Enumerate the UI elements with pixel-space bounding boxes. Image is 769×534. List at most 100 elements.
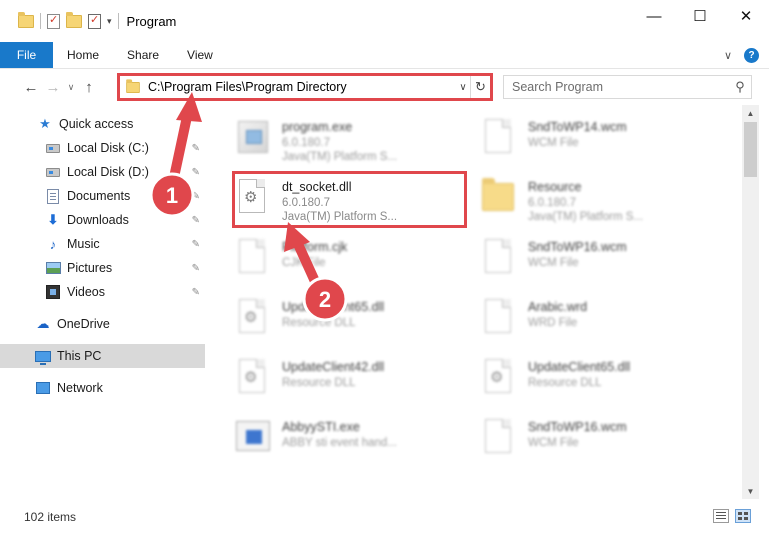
recent-locations-dropdown[interactable]: ∨ bbox=[64, 82, 78, 93]
file-name: AbbyySTI.exe bbox=[282, 420, 360, 434]
tab-view[interactable]: View bbox=[173, 42, 227, 68]
window-controls: — ☐ ✕ bbox=[631, 0, 769, 32]
sidebar-item-music[interactable]: ♪ Music ✎ bbox=[0, 232, 205, 256]
navigation-pane: ★ Quick access Local Disk (C:) ✎ Local D… bbox=[0, 105, 206, 499]
sidebar-item-videos[interactable]: Videos ✎ bbox=[0, 280, 205, 304]
music-icon: ♪ bbox=[49, 236, 57, 252]
refresh-button[interactable]: ↻ bbox=[470, 76, 490, 98]
item-count: 102 items bbox=[24, 509, 77, 524]
file-detail: 6.0.180.7 bbox=[528, 197, 576, 209]
forward-button[interactable]: → bbox=[42, 79, 64, 96]
address-folder-icon bbox=[126, 78, 140, 93]
folder-icon[interactable] bbox=[18, 11, 34, 28]
file-item[interactable]: SndToWP16.wcm WCM File bbox=[454, 229, 694, 285]
search-input[interactable] bbox=[504, 77, 729, 97]
file-item[interactable]: Platform.cjk CJK File bbox=[208, 229, 448, 285]
sidebar-item-label: Videos bbox=[67, 285, 105, 299]
up-button[interactable]: ↑ bbox=[78, 79, 100, 96]
sidebar-item-label: Documents bbox=[67, 189, 131, 203]
blank-file-icon bbox=[485, 299, 511, 333]
tab-share[interactable]: Share bbox=[113, 42, 173, 68]
file-name: UpdateClient42.dll bbox=[282, 360, 385, 374]
address-bar[interactable]: C:\Program Files\Program Directory ∨ ↻ bbox=[117, 73, 493, 101]
address-dropdown-chevron-icon[interactable]: ∨ bbox=[456, 82, 470, 93]
gear-icon: ⚙ bbox=[490, 369, 504, 386]
app-icon bbox=[236, 421, 270, 451]
file-detail: WCM File bbox=[528, 437, 579, 449]
tab-home[interactable]: Home bbox=[53, 42, 113, 68]
file-item[interactable]: Resource 6.0.180.7 Java(TM) Platform S..… bbox=[454, 169, 694, 225]
file-item[interactable]: SndToWP14.wcm WCM File bbox=[454, 109, 694, 165]
file-name: Resource bbox=[528, 180, 582, 194]
sidebar-item-pictures[interactable]: Pictures ✎ bbox=[0, 256, 205, 280]
pin-icon: ✎ bbox=[191, 286, 200, 298]
file-item[interactable]: ⚙ UpdateClient65.dll Resource DLL bbox=[454, 349, 694, 405]
disk-icon bbox=[46, 167, 60, 177]
file-item[interactable]: program.exe 6.0.180.7 Java(TM) Platform … bbox=[208, 109, 448, 165]
sidebar-item-this-pc[interactable]: This PC bbox=[0, 344, 205, 368]
toolbar-separator bbox=[40, 13, 41, 29]
file-item[interactable]: SndToWP16.wcm WCM File bbox=[454, 409, 694, 465]
this-pc-icon bbox=[35, 350, 51, 365]
sidebar-item-local-disk-d[interactable]: Local Disk (D:) ✎ bbox=[0, 160, 205, 184]
file-name: Platform.cjk bbox=[282, 240, 348, 254]
ribbon-right-controls: ∨ ? bbox=[724, 48, 759, 63]
file-item[interactable]: Arabic.wrd WRD File bbox=[454, 289, 694, 345]
sidebar-item-label: This PC bbox=[57, 349, 102, 363]
file-item[interactable]: AbbyySTI.exe ABBY sti event hand... bbox=[208, 409, 448, 465]
scroll-down-arrow-icon[interactable]: ▼ bbox=[742, 483, 759, 499]
sidebar-item-label: OneDrive bbox=[57, 317, 110, 331]
file-detail: WCM File bbox=[528, 257, 579, 269]
videos-icon bbox=[46, 285, 60, 299]
sidebar-item-documents[interactable]: Documents ✎ bbox=[0, 184, 205, 208]
vertical-scrollbar[interactable]: ▲ ▼ bbox=[742, 105, 759, 499]
large-icons-view-icon[interactable] bbox=[735, 509, 751, 523]
file-detail: ABBY sti event hand... bbox=[282, 437, 397, 449]
sidebar-item-label: Quick access bbox=[59, 117, 134, 131]
gear-icon: ⚙ bbox=[244, 309, 258, 326]
file-detail: Resource DLL bbox=[282, 377, 356, 389]
network-icon bbox=[36, 382, 50, 394]
toolbar-separator bbox=[117, 13, 119, 29]
blank-file-icon bbox=[485, 239, 511, 273]
details-view-icon[interactable] bbox=[713, 509, 729, 523]
search-box: ⚲ bbox=[503, 75, 752, 99]
file-detail: Java(TM) Platform S... bbox=[528, 211, 644, 223]
scroll-up-arrow-icon[interactable]: ▲ bbox=[742, 105, 759, 121]
search-icon[interactable]: ⚲ bbox=[729, 79, 751, 95]
help-icon[interactable]: ? bbox=[744, 48, 759, 63]
file-item[interactable]: ⚙ UpdateClient42.dll Resource DLL bbox=[208, 349, 448, 405]
rename-icon[interactable] bbox=[88, 13, 101, 29]
exe-icon bbox=[238, 121, 268, 153]
pin-icon: ✎ bbox=[191, 262, 200, 274]
pin-icon: ✎ bbox=[191, 166, 200, 178]
scroll-thumb[interactable] bbox=[744, 122, 757, 177]
expand-ribbon-chevron-icon[interactable]: ∨ bbox=[724, 49, 732, 62]
sidebar-item-quick-access[interactable]: ★ Quick access bbox=[0, 112, 205, 136]
file-detail: WRD File bbox=[528, 317, 578, 329]
close-button[interactable]: ✕ bbox=[723, 0, 769, 32]
sidebar-item-local-disk-c[interactable]: Local Disk (C:) ✎ bbox=[0, 136, 205, 160]
sidebar-item-network[interactable]: Network bbox=[0, 376, 205, 400]
file-name: SndToWP16.wcm bbox=[528, 240, 627, 254]
properties-icon[interactable] bbox=[47, 13, 60, 29]
sidebar-item-downloads[interactable]: ⬇ Downloads ✎ bbox=[0, 208, 205, 232]
file-name: UpdateClient65.dll bbox=[282, 300, 385, 314]
pictures-icon bbox=[45, 262, 61, 274]
file-detail: CJK File bbox=[282, 257, 326, 269]
pin-icon: ✎ bbox=[191, 238, 200, 250]
folder-icon bbox=[482, 178, 514, 211]
pin-icon: ✎ bbox=[191, 190, 200, 202]
tab-file[interactable]: File bbox=[0, 42, 53, 68]
documents-icon bbox=[47, 188, 59, 204]
back-button[interactable]: ← bbox=[20, 79, 42, 96]
new-folder-icon[interactable] bbox=[66, 11, 82, 28]
customize-toolbar-dropdown[interactable]: ▾ bbox=[107, 16, 112, 27]
sidebar-item-label: Music bbox=[67, 237, 100, 251]
sidebar-item-onedrive[interactable]: ☁ OneDrive bbox=[0, 312, 205, 336]
blank-file-icon bbox=[239, 239, 265, 273]
minimize-button[interactable]: — bbox=[631, 0, 677, 32]
maximize-button[interactable]: ☐ bbox=[677, 0, 723, 32]
file-item[interactable]: ⚙ UpdateClient65.dll Resource DLL bbox=[208, 289, 448, 345]
address-path[interactable]: C:\Program Files\Program Directory bbox=[148, 80, 456, 94]
